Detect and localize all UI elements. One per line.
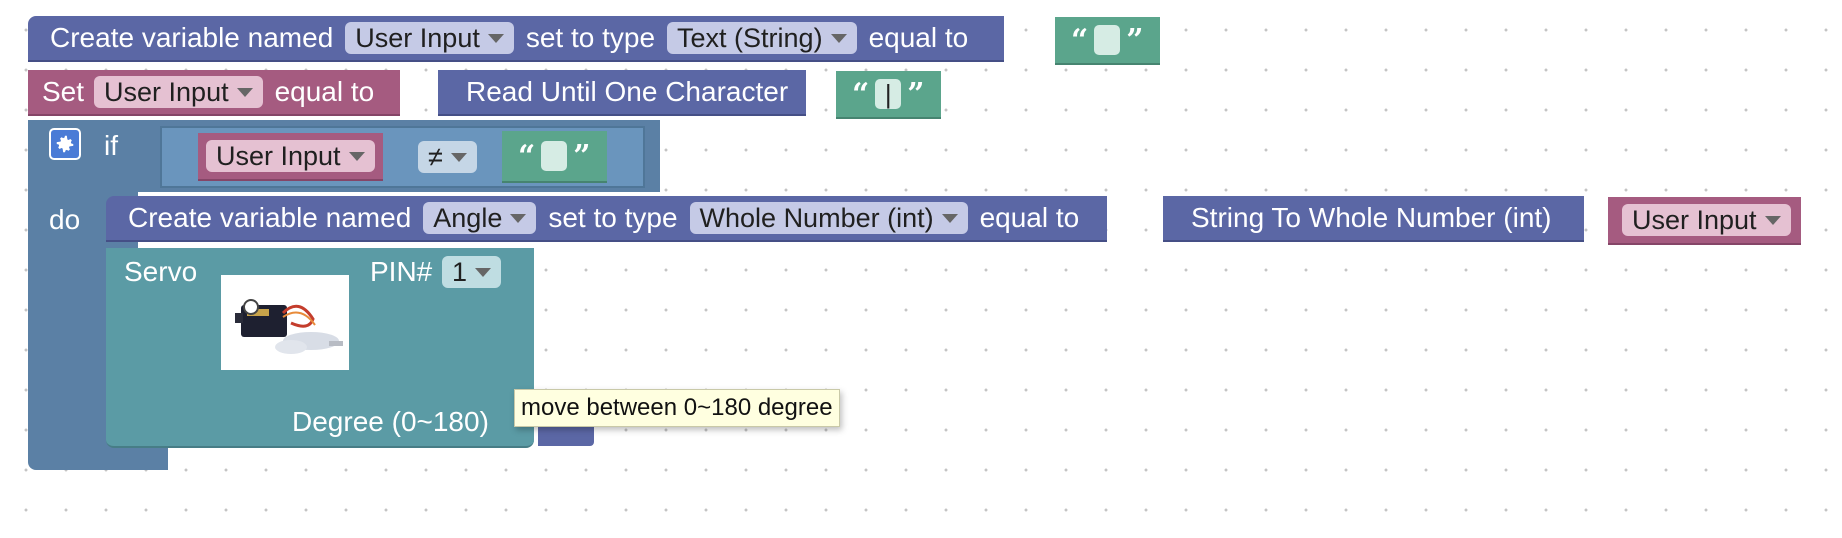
pin-value: 1 [452,256,468,287]
do-label: do [49,204,81,235]
servo-image [221,275,349,370]
close-quote-icon: ” [1126,22,1144,58]
read-until-label: Read Until One Character [466,76,789,107]
variable-name-dropdown[interactable]: Angle [423,202,537,234]
if-label: if [104,130,118,161]
open-quote-icon: “ [852,76,870,112]
variable-name: Angle [433,203,503,233]
set-to-type-label: set to type [548,202,678,233]
variable-name: User Input [355,23,480,53]
equal-to-label: equal to [868,22,969,53]
type-dropdown[interactable]: Text (String) [667,22,857,54]
string-to-int-block[interactable]: String To Whole Number (int) [1163,196,1584,242]
user-input-variable-getter[interactable]: User Input [198,133,383,181]
char-text-block[interactable]: “ | ” [836,71,941,119]
caret-down-icon [348,151,365,161]
empty-text-block[interactable]: “ ” [502,131,607,183]
caret-down-icon [450,152,467,162]
variable-name: User Input [104,77,229,107]
type-value: Text (String) [677,23,823,53]
create-angle-block[interactable]: Create variable named Angle set to type … [106,196,1108,242]
variable-dropdown[interactable]: User Input [206,140,375,172]
variable-name: User Input [216,140,341,171]
caret-down-icon [941,213,958,223]
read-until-block[interactable]: Read Until One Character [438,70,807,116]
text-field[interactable]: | [875,79,902,109]
set-variable-block[interactable]: Set User Input equal to [28,70,401,116]
variable-name: User Input [1632,204,1757,235]
open-quote-icon: “ [1071,22,1089,58]
string-to-int-label: String To Whole Number (int) [1191,202,1552,233]
user-input-variable-getter[interactable]: User Input [1608,197,1801,245]
servo-label: Servo [124,256,198,287]
empty-text-block[interactable]: “ ” [1055,17,1160,65]
caret-down-icon [1764,215,1781,225]
degree-label: Degree (0~180) [292,406,489,437]
equal-to-label: equal to [274,76,375,107]
pin-dropdown[interactable]: 1 [442,256,502,288]
type-value: Whole Number (int) [699,203,934,233]
text-field[interactable] [541,141,568,171]
operator-value: ≠ [428,141,443,172]
close-quote-icon: ” [907,76,925,112]
set-to-type-label: set to type [525,22,656,53]
create-variable-block[interactable]: Create variable named User Input set to … [28,16,1005,62]
create-variable-prefix: Create variable named [128,202,412,233]
degree-tooltip: move between 0~180 degree [514,389,840,427]
caret-down-icon [830,33,847,43]
caret-down-icon [487,33,504,43]
pin-label: PIN# [370,256,433,287]
text-field[interactable] [1094,25,1121,55]
caret-down-icon [475,267,492,277]
caret-down-icon [236,87,253,97]
mutator-gear-icon[interactable] [49,128,81,160]
caret-down-icon [510,213,527,223]
variable-dropdown[interactable]: User Input [1622,204,1791,236]
type-dropdown[interactable]: Whole Number (int) [689,202,968,234]
create-variable-prefix: Create variable named [50,22,334,53]
close-quote-icon: ” [573,138,591,174]
operator-dropdown[interactable]: ≠ [418,141,477,173]
equal-to-label: equal to [979,202,1080,233]
variable-name-dropdown[interactable]: User Input [94,76,263,108]
variable-name-dropdown[interactable]: User Input [345,22,514,54]
open-quote-icon: “ [518,138,536,174]
set-label: Set [42,76,85,107]
